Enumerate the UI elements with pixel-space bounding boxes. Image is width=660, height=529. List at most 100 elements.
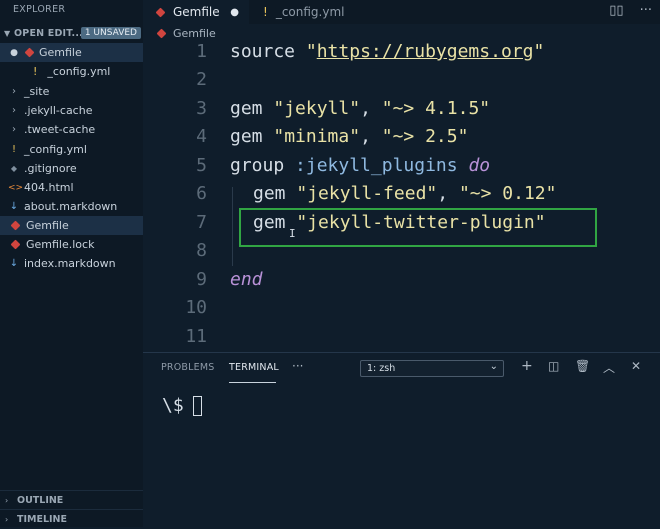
tree-item-label: .jekyll-cache — [24, 104, 93, 117]
maximize-panel-icon[interactable]: ︿ — [603, 359, 615, 376]
line-number: 5 — [196, 155, 207, 176]
code-line-5: group :jekyll_plugins do — [230, 155, 490, 176]
code-token: "~> 0.12" — [458, 183, 557, 204]
close-icon[interactable]: ✕ — [631, 359, 641, 373]
terminal-prompt-line[interactable]: \$ — [162, 395, 202, 416]
new-terminal-icon[interactable]: + — [521, 358, 533, 374]
timeline-label: TIMELINE — [17, 514, 67, 525]
line-number: 8 — [196, 240, 207, 261]
code-token: source — [230, 41, 296, 62]
tab-problems[interactable]: PROBLEMS — [161, 362, 214, 373]
terminal-select-value: 1: zsh — [367, 363, 396, 374]
code-token: , — [360, 126, 382, 147]
open-editors-section[interactable]: ▼ OPEN EDIT... 1 UNSAVED — [0, 24, 143, 43]
split-editor-icon[interactable]: ▯▯ — [609, 3, 623, 18]
editor-actions: ▯▯ ··· — [609, 3, 652, 18]
chevron-right-icon: › — [12, 86, 16, 97]
explorer-sidebar: EXPLORER ▼ OPEN EDIT... 1 UNSAVED ● Gemf… — [0, 0, 143, 527]
open-editor-gemfile[interactable]: ● Gemfile — [0, 43, 143, 62]
more-actions-icon[interactable]: ··· — [292, 359, 303, 373]
terminal-cursor — [192, 395, 202, 416]
chevron-down-icon: ⌄ — [489, 361, 498, 372]
code-line-1: source "https://rubygems.org" — [230, 41, 544, 62]
line-number: 2 — [196, 69, 207, 90]
chevron-right-icon: › — [5, 496, 9, 505]
tree-item-label: Gemfile — [26, 219, 69, 232]
tree-item-gemfile[interactable]: Gemfile — [0, 216, 143, 235]
line-number: 10 — [185, 297, 207, 318]
trash-icon[interactable]: 🗑 — [575, 359, 590, 373]
tree-item-gitignore[interactable]: ◆ .gitignore — [0, 159, 143, 178]
outline-section[interactable]: › OUTLINE — [0, 490, 143, 510]
unsaved-dot-icon: ● — [10, 47, 18, 58]
code-token: gem — [230, 98, 263, 119]
code-token: do — [468, 155, 491, 176]
code-token: "jekyll" — [273, 98, 361, 119]
warning-icon: ! — [33, 65, 38, 78]
ruby-file-icon — [24, 46, 35, 59]
tab-gemfile[interactable]: Gemfile ● — [143, 0, 249, 24]
ruby-file-icon — [156, 27, 167, 40]
open-editor-config[interactable]: ! _config.yml — [0, 62, 143, 81]
code-token: group — [230, 155, 285, 176]
open-editors-label: OPEN EDIT... — [14, 28, 83, 39]
terminal-prompt: \$ — [162, 395, 184, 416]
code-line-9: end — [230, 269, 263, 290]
open-editor-label: Gemfile — [39, 46, 82, 59]
terminal-select[interactable]: 1: zsh ⌄ — [360, 360, 504, 377]
markdown-icon: ↓ — [9, 258, 19, 269]
code-token: , — [437, 183, 459, 204]
tree-item-label: index.markdown — [24, 257, 116, 270]
bottom-panel: PROBLEMS TERMINAL ··· 1: zsh ⌄ + ◫ 🗑 ︿ ✕… — [143, 352, 660, 528]
more-actions-icon[interactable]: ··· — [640, 3, 652, 18]
code-token: "~> 4.1.5" — [381, 98, 491, 119]
open-editor-label: _config.yml — [47, 65, 111, 78]
tree-item-tweet-cache[interactable]: › .tweet-cache — [0, 120, 143, 139]
chevron-right-icon: › — [5, 515, 9, 524]
code-token: "~> 2.5" — [381, 126, 469, 147]
tree-item-jekyll-cache[interactable]: › .jekyll-cache — [0, 101, 143, 120]
code-link[interactable]: https://rubygems.org — [317, 41, 534, 62]
breadcrumb-item[interactable]: Gemfile — [173, 27, 216, 40]
ruby-file-icon — [10, 219, 21, 232]
editor-tab-bar: Gemfile ● ! _config.yml ▯▯ ··· — [143, 0, 660, 24]
split-terminal-icon[interactable]: ◫ — [548, 359, 559, 373]
indent-guide — [232, 187, 233, 266]
tree-item-label: Gemfile.lock — [26, 238, 95, 251]
warning-icon: ! — [263, 5, 268, 19]
tree-item-about[interactable]: ↓ about.markdown — [0, 197, 143, 216]
code-token: :jekyll_plugins — [295, 155, 458, 176]
tree-item-config[interactable]: ! _config.yml — [0, 140, 143, 159]
tab-config[interactable]: ! _config.yml — [249, 0, 361, 24]
timeline-section[interactable]: › TIMELINE — [0, 509, 143, 529]
code-token: " — [533, 41, 545, 62]
tree-item-label: .gitignore — [24, 162, 77, 175]
warning-icon: ! — [11, 144, 16, 155]
chevron-right-icon: › — [12, 124, 16, 135]
tree-item-site[interactable]: › _site — [0, 82, 143, 101]
line-number: 7 — [196, 212, 207, 233]
tab-label: _config.yml — [275, 5, 345, 19]
tree-item-label: 404.html — [24, 181, 74, 194]
code-line-4: gem "minima", "~> 2.5" — [230, 126, 468, 147]
code-token: , — [360, 98, 382, 119]
breadcrumb: Gemfile — [143, 24, 660, 42]
git-icon: ◆ — [10, 164, 18, 173]
code-editor[interactable]: 1 2 3 4 5 6 7 8 9 10 11 source "https://… — [143, 41, 660, 352]
tree-item-label: about.markdown — [24, 200, 118, 213]
code-token: "minima" — [273, 126, 361, 147]
code-token: end — [230, 269, 263, 290]
line-number: 11 — [185, 326, 207, 347]
outline-label: OUTLINE — [17, 495, 64, 506]
active-tab-indicator — [229, 382, 276, 383]
tree-item-404[interactable]: <> 404.html — [0, 178, 143, 197]
tree-item-index[interactable]: ↓ index.markdown — [0, 254, 143, 273]
code-token: gem — [253, 183, 286, 204]
chevron-right-icon: › — [12, 105, 16, 116]
line-number: 1 — [196, 41, 207, 62]
chevron-down-icon: ▼ — [4, 29, 11, 38]
tree-item-gemfile-lock[interactable]: Gemfile.lock — [0, 235, 143, 254]
unsaved-dot-icon[interactable]: ● — [230, 7, 239, 18]
line-number: 9 — [196, 269, 207, 290]
tab-terminal[interactable]: TERMINAL — [229, 362, 279, 373]
